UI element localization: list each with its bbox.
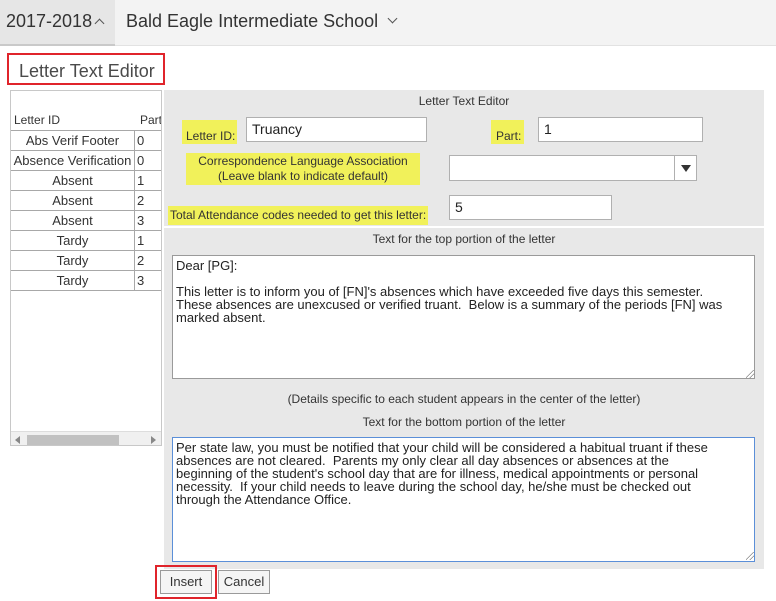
- list-item-id: Absent: [11, 191, 135, 211]
- top-bar: 2017-2018 Bald Eagle Intermediate School: [0, 0, 776, 46]
- cancel-button[interactable]: Cancel: [218, 570, 270, 594]
- list-item-id: Absence Verification: [11, 151, 135, 171]
- list-item[interactable]: Tardy 2: [11, 251, 161, 271]
- list-item[interactable]: Abs Verif Footer 0: [11, 131, 161, 151]
- top-text-area[interactable]: Dear [PG]: This letter is to inform you …: [172, 255, 755, 379]
- language-select[interactable]: [449, 155, 697, 181]
- chevron-down-icon: [387, 13, 398, 24]
- list-item-id: Absent: [11, 211, 135, 231]
- list-item-id: Absent: [11, 171, 135, 191]
- insert-button[interactable]: Insert: [160, 570, 212, 594]
- list-item[interactable]: Absent 1: [11, 171, 161, 191]
- horizontal-scrollbar[interactable]: [11, 431, 161, 445]
- page-title: Letter Text Editor: [7, 53, 165, 85]
- school-year-selector[interactable]: 2017-2018: [0, 0, 115, 46]
- list-item[interactable]: Absence Verification 0: [11, 151, 161, 171]
- part-label: Part:: [491, 120, 525, 144]
- codes-label: Total Attendance codes needed to get thi…: [168, 206, 429, 225]
- list-item-id: Tardy: [11, 251, 135, 271]
- resize-grip-icon[interactable]: [746, 370, 754, 378]
- top-text-heading: Text for the top portion of the letter: [164, 228, 764, 250]
- list-item[interactable]: Absent 2: [11, 191, 161, 211]
- school-name-label: Bald Eagle Intermediate School: [126, 11, 379, 31]
- bottom-text-area[interactable]: Per state law, you must be notified that…: [172, 437, 755, 562]
- chevron-up-icon: [94, 18, 105, 29]
- letter-editor-panel: Letter Text Editor Letter ID: Truancy Pa…: [164, 90, 764, 570]
- letter-list-header: Letter ID Part: [11, 91, 161, 131]
- list-item[interactable]: Tardy 1: [11, 231, 161, 251]
- list-item-part: 3: [137, 213, 145, 228]
- language-label-line-2: (Leave blank to indicate default): [217, 169, 389, 183]
- center-note: (Details specific to each student appear…: [164, 387, 764, 411]
- list-item-part: 3: [137, 273, 145, 288]
- list-item-part: 2: [137, 253, 145, 268]
- list-item[interactable]: Absent 3: [11, 211, 161, 231]
- resize-grip-icon[interactable]: [746, 552, 754, 560]
- column-header-part[interactable]: Part: [140, 113, 161, 127]
- editor-heading: Letter Text Editor: [164, 90, 764, 112]
- list-item-part: 1: [137, 233, 145, 248]
- scroll-right-icon[interactable]: [151, 436, 156, 444]
- list-item-id: Abs Verif Footer: [11, 131, 135, 151]
- list-item-part: 0: [137, 153, 145, 168]
- letter-list: Letter ID Part Abs Verif Footer 0 Absence…: [10, 90, 162, 446]
- school-selector[interactable]: Bald Eagle Intermediate School: [118, 0, 408, 46]
- part-input[interactable]: 1: [538, 117, 703, 142]
- list-item-id: Tardy: [11, 231, 135, 251]
- dropdown-arrow-icon[interactable]: [674, 156, 696, 180]
- list-item-part: 2: [137, 193, 145, 208]
- language-label-line-1: Correspondence Language Association: [198, 154, 408, 168]
- scrollbar-thumb[interactable]: [27, 435, 119, 445]
- codes-input[interactable]: 5: [449, 195, 612, 220]
- school-year-label: 2017-2018: [6, 11, 93, 31]
- list-item-part: 1: [137, 173, 145, 188]
- letter-id-label: Letter ID:: [182, 120, 238, 144]
- column-header-letter-id[interactable]: Letter ID: [14, 113, 60, 127]
- list-item-part: 0: [137, 133, 145, 148]
- list-item[interactable]: Tardy 3: [11, 271, 161, 291]
- language-label: Correspondence Language Association (Lea…: [186, 153, 420, 185]
- letter-id-input[interactable]: Truancy: [246, 117, 427, 142]
- bottom-text-heading: Text for the bottom portion of the lette…: [164, 411, 764, 433]
- scroll-left-icon[interactable]: [15, 436, 20, 444]
- list-item-id: Tardy: [11, 271, 135, 291]
